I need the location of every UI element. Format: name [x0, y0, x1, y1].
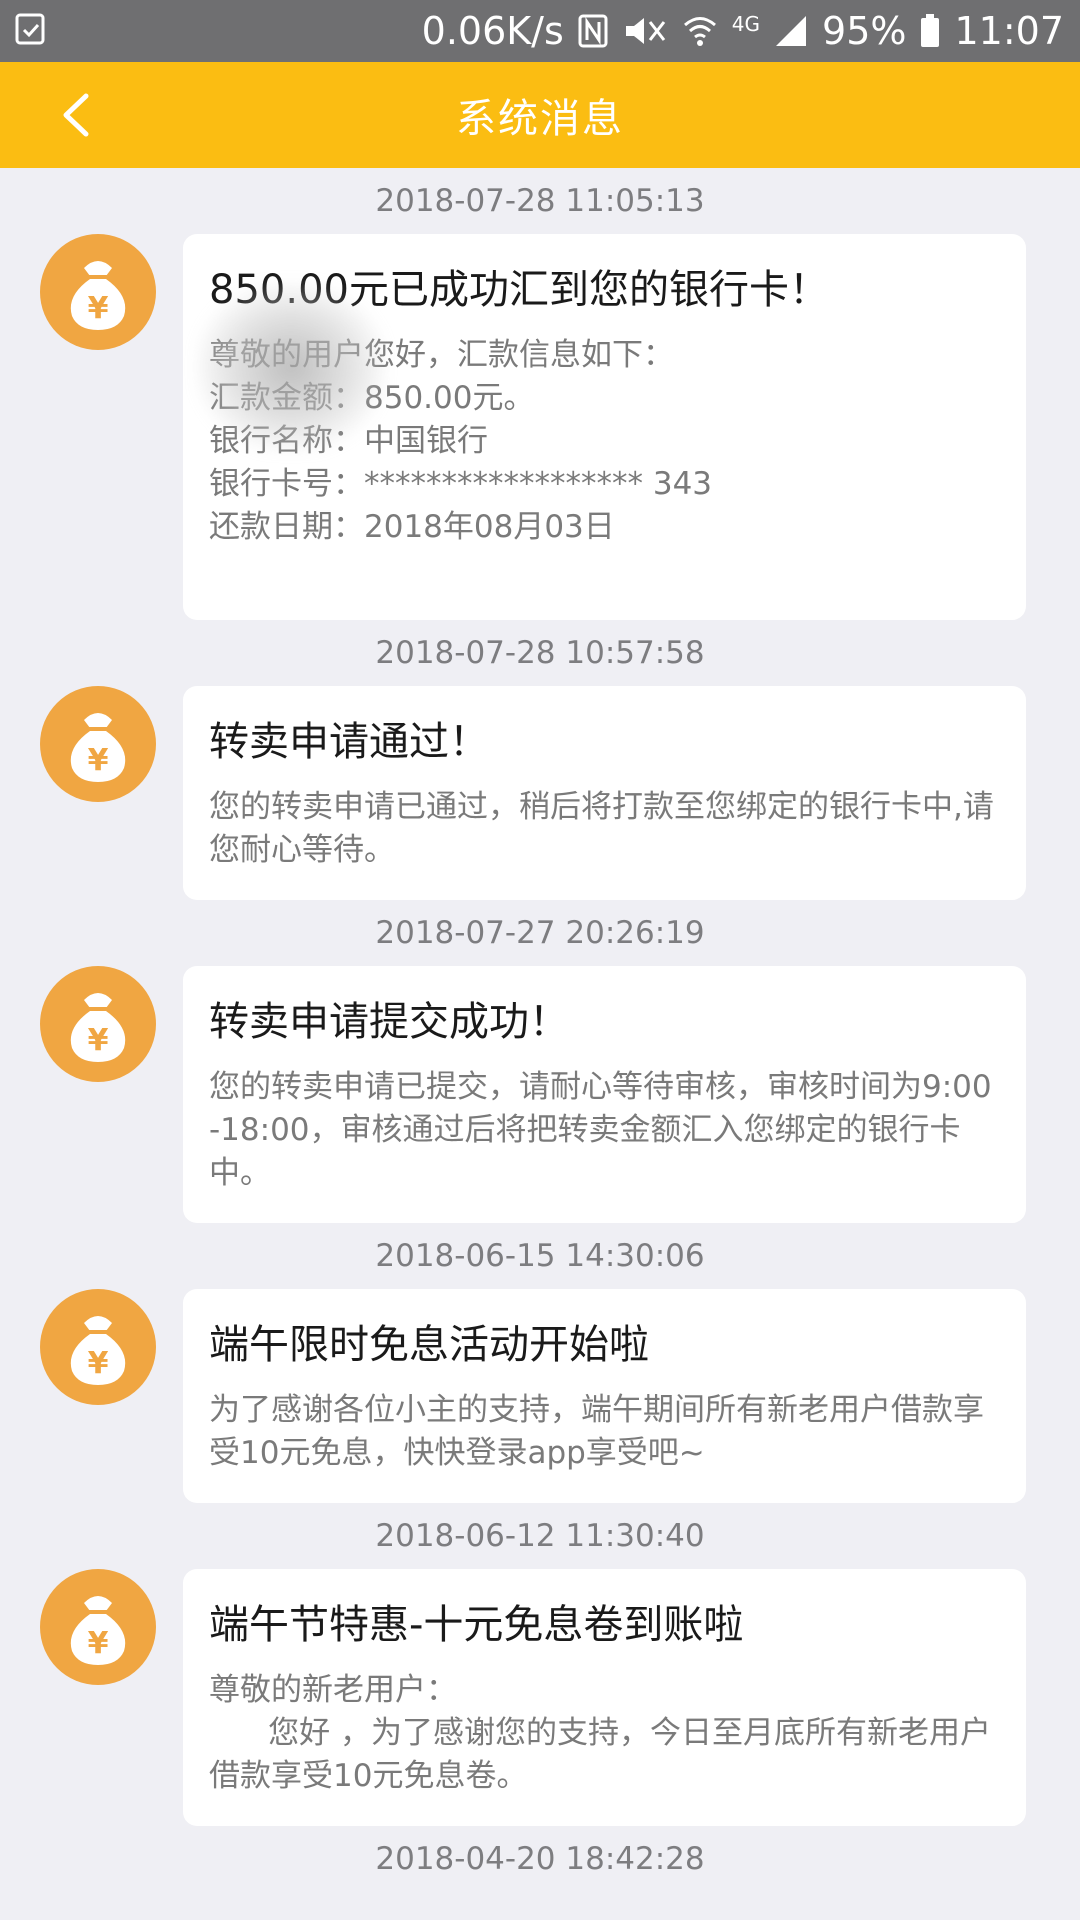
- nfc-icon: [578, 14, 608, 48]
- message-timestamp: 2018-04-20 18:42:28: [375, 1841, 705, 1877]
- money-bag-icon: ¥: [40, 686, 156, 802]
- message-card[interactable]: 端午节特惠-十元免息卷到账啦 尊敬的新老用户： 您好 ，为了感谢您的支持，今日至…: [183, 1569, 1026, 1826]
- message-title: 转卖申请提交成功！: [209, 999, 569, 1045]
- app-bar: 系统消息: [0, 62, 1080, 168]
- signal-icon: [776, 16, 807, 46]
- message-item[interactable]: ¥ 端午限时免息活动开始啦 为了感谢各位小主的支持，端午期间所有新老用户借款享受…: [0, 1289, 1080, 1503]
- message-title: 转卖申请通过！: [209, 719, 489, 765]
- message-body: 尊敬的新老用户： 您好 ，为了感谢您的支持，今日至月底所有新老用户借款享受10元…: [209, 1672, 991, 1794]
- money-bag-icon: ¥: [40, 1569, 156, 1685]
- message-card[interactable]: 850.00元已成功汇到您的银行卡！ 尊敬的用户您好，汇款信息如下： 汇款金额：…: [183, 234, 1026, 620]
- message-timestamp: 2018-06-15 14:30:06: [375, 1238, 705, 1274]
- message-title: 850.00元已成功汇到您的银行卡！: [209, 267, 829, 313]
- mute-icon: [625, 18, 665, 44]
- message-timestamp: 2018-06-12 11:30:40: [375, 1518, 705, 1554]
- message-card[interactable]: 转卖申请通过！ 您的转卖申请已通过，稍后将打款至您绑定的银行卡中,请您耐心等待。: [183, 686, 1026, 900]
- message-item[interactable]: ¥ 转卖申请通过！ 您的转卖申请已通过，稍后将打款至您绑定的银行卡中,请您耐心等…: [0, 686, 1080, 900]
- wifi-icon: [683, 17, 716, 46]
- svg-text:¥: ¥: [88, 1626, 109, 1661]
- message-timestamp: 2018-07-27 20:26:19: [375, 915, 705, 951]
- money-bag-icon: ¥: [40, 966, 156, 1082]
- page-title: 系统消息: [456, 96, 624, 142]
- message-timestamp: 2018-07-28 11:05:13: [375, 183, 705, 219]
- network-speed: 0.06K/s: [421, 9, 564, 53]
- message-card[interactable]: 端午限时免息活动开始啦 为了感谢各位小主的支持，端午期间所有新老用户借款享受10…: [183, 1289, 1026, 1503]
- svg-text:¥: ¥: [88, 291, 109, 326]
- battery-icon: [921, 14, 940, 47]
- network-type: 4G: [731, 12, 761, 36]
- svg-text:¥: ¥: [88, 1346, 109, 1381]
- money-bag-icon: ¥: [40, 1289, 156, 1405]
- message-item[interactable]: ¥ 850.00元已成功汇到您的银行卡！ 尊敬的用户您好，汇款信息如下： 汇款金…: [0, 234, 1080, 620]
- message-list[interactable]: 2018-07-28 11:05:13 ¥ 850.00元已成功汇到您的银行卡！…: [0, 168, 1080, 1892]
- clock: 11:07: [954, 9, 1064, 53]
- message-card[interactable]: 转卖申请提交成功！ 您的转卖申请已提交，请耐心等待审核，审核时间为9:00-18…: [183, 966, 1026, 1223]
- money-bag-icon: ¥: [40, 234, 156, 350]
- message-body: 您的转卖申请已提交，请耐心等待审核，审核时间为9:00-18:00，审核通过后将…: [209, 1069, 992, 1191]
- battery-percent: 95%: [822, 9, 907, 53]
- message-timestamp: 2018-07-28 10:57:58: [375, 635, 705, 671]
- status-bar: 0.06K/s 4G 95% 11:07: [0, 0, 1080, 62]
- message-item[interactable]: ¥ 端午节特惠-十元免息卷到账啦 尊敬的新老用户： 您好 ，为了感谢您的支持，今…: [0, 1569, 1080, 1826]
- message-body: 您的转卖申请已通过，稍后将打款至您绑定的银行卡中,请您耐心等待。: [209, 789, 994, 868]
- message-body: 为了感谢各位小主的支持，端午期间所有新老用户借款享受10元免息，快快登录app享…: [209, 1392, 984, 1471]
- message-title: 端午限时免息活动开始啦: [209, 1322, 649, 1368]
- svg-text:¥: ¥: [88, 743, 109, 778]
- notification-icon: [15, 13, 45, 45]
- message-body: 尊敬的用户您好，汇款信息如下： 汇款金额：850.00元。 银行名称：中国银行 …: [209, 337, 713, 545]
- svg-text:¥: ¥: [88, 1023, 109, 1058]
- message-item[interactable]: ¥ 转卖申请提交成功！ 您的转卖申请已提交，请耐心等待审核，审核时间为9:00-…: [0, 966, 1080, 1223]
- message-title: 端午节特惠-十元免息卷到账啦: [209, 1602, 744, 1648]
